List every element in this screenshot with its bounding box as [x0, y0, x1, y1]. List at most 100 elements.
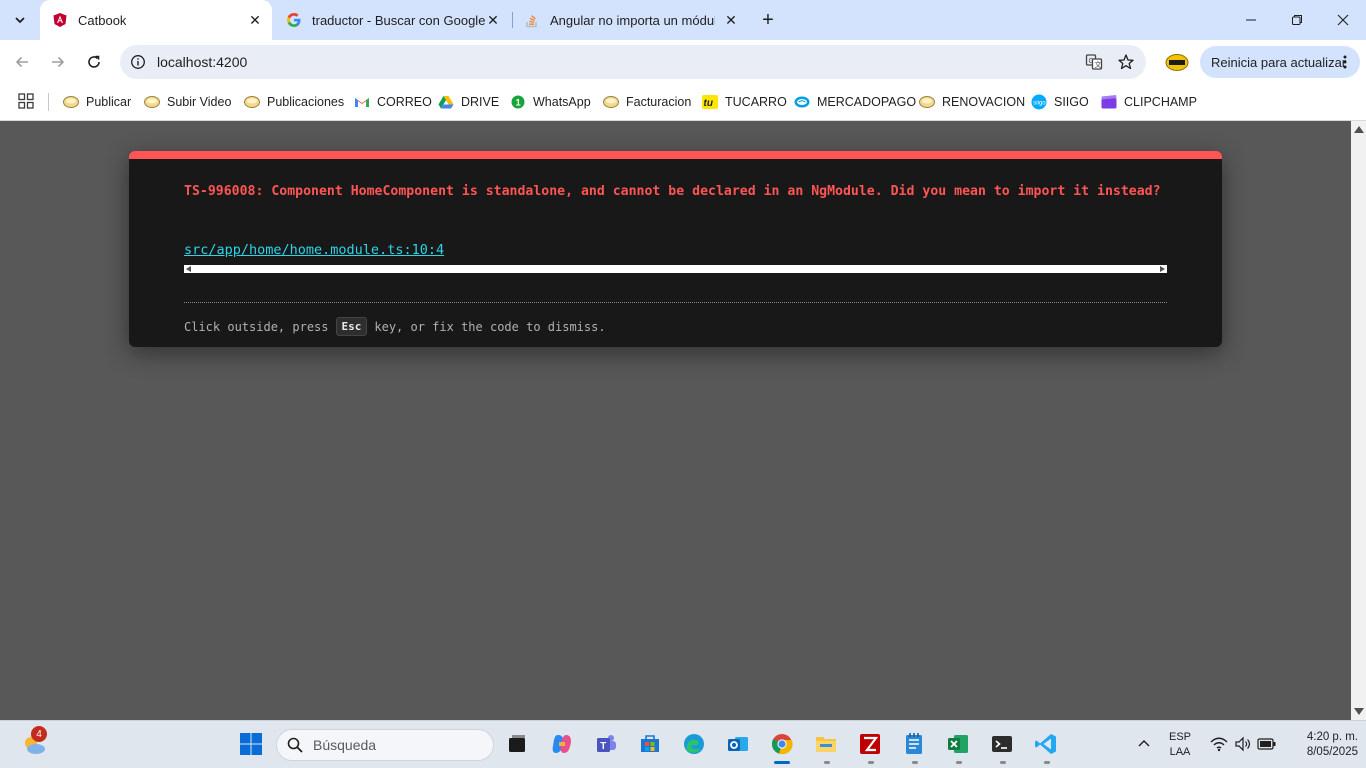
- clock-date: 8/05/2025: [1306, 746, 1358, 758]
- bookmark-drive[interactable]: DRIVE: [438, 91, 499, 113]
- running-indicator: [1000, 761, 1006, 764]
- bookmark-star-icon[interactable]: [1117, 53, 1135, 71]
- translate-icon[interactable]: G文: [1085, 53, 1103, 71]
- reload-icon[interactable]: [78, 46, 110, 78]
- outlook-icon[interactable]: [724, 730, 752, 758]
- bookmark-label: Subir Video: [167, 95, 232, 109]
- svg-text:文: 文: [1095, 60, 1102, 69]
- bookmark-whatsapp[interactable]: 1 WhatsApp: [510, 91, 591, 113]
- vscode-icon[interactable]: [1032, 730, 1060, 758]
- site-info-icon[interactable]: [130, 54, 146, 70]
- scroll-down-arrow-icon[interactable]: [1354, 708, 1364, 715]
- bookmark-publicaciones[interactable]: Publicaciones: [244, 91, 344, 113]
- minimize-icon[interactable]: [1228, 0, 1274, 40]
- task-view-icon[interactable]: [503, 730, 531, 758]
- drive-icon: [438, 94, 454, 110]
- teams-icon[interactable]: T: [592, 730, 620, 758]
- code-frame-scrollbar[interactable]: [184, 265, 1167, 273]
- bookmark-folder-icon: [244, 94, 260, 110]
- chevron-down-icon: [15, 17, 25, 24]
- bookmark-facturacion[interactable]: Facturacion: [603, 91, 691, 113]
- system-clock[interactable]: 4:20 p. m. 8/05/2025: [1282, 730, 1358, 760]
- bookmark-mercadopago[interactable]: MERCADOPAGO: [794, 91, 916, 113]
- browser-toolbar: localhost:4200 G文 Reinicia para actualiz…: [0, 40, 1366, 85]
- language-code: ESP: [1168, 731, 1191, 743]
- bookmark-folder-icon: [603, 94, 619, 110]
- tucarro-icon: tu: [702, 94, 718, 110]
- forward-arrow-icon[interactable]: [42, 46, 74, 78]
- svg-text:T: T: [600, 741, 606, 752]
- apps-grid-icon[interactable]: [18, 93, 34, 109]
- scroll-left-arrow-icon[interactable]: [186, 266, 191, 272]
- error-file-link[interactable]: src/app/home/home.module.ts:10:4: [184, 242, 444, 258]
- notepad-icon[interactable]: [900, 730, 928, 758]
- google-icon: [286, 12, 302, 28]
- excel-icon[interactable]: [944, 730, 972, 758]
- more-vertical-icon[interactable]: [1336, 53, 1354, 71]
- angular-icon: [52, 12, 68, 28]
- tip-text-before: Click outside, press: [184, 319, 329, 334]
- chevron-up-icon[interactable]: [1130, 730, 1158, 758]
- svg-text:tu: tu: [704, 98, 713, 109]
- svg-text:1: 1: [516, 98, 521, 108]
- bookmark-subir-video[interactable]: Subir Video: [144, 91, 231, 113]
- file-explorer-icon[interactable]: [812, 730, 840, 758]
- bookmark-label: DRIVE: [461, 95, 500, 109]
- scroll-right-arrow-icon[interactable]: [1160, 266, 1165, 272]
- weather-widget[interactable]: 4: [20, 726, 48, 758]
- siigo-icon: siigo: [1031, 94, 1047, 110]
- gmail-icon: [354, 94, 370, 110]
- bookmark-renovacion[interactable]: RENOVACION: [919, 91, 1025, 113]
- page-viewport[interactable]: TS-996008: Component HomeComponent is st…: [0, 121, 1366, 720]
- running-indicator: [824, 761, 830, 764]
- close-window-icon[interactable]: [1320, 0, 1366, 40]
- bookmark-label: RENOVACION: [942, 95, 1026, 109]
- tip-text-after: key, or fix the code to dismiss.: [374, 319, 606, 334]
- restore-icon[interactable]: [1274, 0, 1320, 40]
- active-app-indicator: [774, 761, 790, 764]
- bookmark-label: TUCARRO: [725, 95, 787, 109]
- bookmark-label: CORREO: [377, 95, 432, 109]
- tab-catbook[interactable]: Catbook ✕: [40, 0, 272, 40]
- bookmark-folder-icon: [63, 94, 79, 110]
- microsoft-store-icon[interactable]: [636, 730, 664, 758]
- filezilla-icon[interactable]: [856, 730, 884, 758]
- back-arrow-icon[interactable]: [6, 46, 38, 78]
- scroll-up-arrow-icon[interactable]: [1354, 126, 1364, 133]
- copilot-icon[interactable]: [548, 730, 576, 758]
- tab-title: Angular no importa un módulo: [550, 12, 715, 28]
- edge-icon[interactable]: [680, 730, 708, 758]
- esc-key-badge: Esc: [335, 317, 368, 336]
- address-bar[interactable]: localhost:4200 G文: [120, 45, 1146, 79]
- running-indicator: [956, 761, 962, 764]
- bookmarks-separator: [48, 93, 49, 111]
- close-tab-icon[interactable]: ✕: [246, 11, 264, 29]
- taskbar-search[interactable]: Búsqueda: [276, 729, 494, 761]
- vite-error-overlay: TS-996008: Component HomeComponent is st…: [129, 151, 1222, 347]
- windows-start-icon[interactable]: [237, 730, 265, 758]
- tab-google-search[interactable]: traductor - Buscar con Google ✕: [274, 0, 510, 40]
- page-scrollbar[interactable]: [1351, 121, 1366, 720]
- bookmark-tucarro[interactable]: tu TUCARRO: [702, 91, 787, 113]
- restart-to-update-button[interactable]: Reinicia para actualizar: [1200, 46, 1360, 78]
- terminal-icon[interactable]: [988, 730, 1016, 758]
- bookmarks-bar: Publicar Subir Video Publicaciones CORRE…: [0, 85, 1366, 121]
- bookmark-clipchamp[interactable]: CLIPCHAMP: [1101, 91, 1197, 113]
- close-tab-icon[interactable]: ✕: [722, 11, 740, 29]
- bookmark-label: Publicar: [86, 95, 132, 109]
- bookmark-siigo[interactable]: siigo SIIGO: [1031, 91, 1089, 113]
- tab-stackoverflow[interactable]: Angular no importa un módulo ✕: [512, 0, 748, 40]
- close-tab-icon[interactable]: ✕: [484, 11, 502, 29]
- profile-avatar[interactable]: [1165, 53, 1189, 72]
- bookmark-label: SIIGO: [1054, 95, 1089, 109]
- language-indicator[interactable]: ESP LAA: [1166, 730, 1194, 760]
- url-text[interactable]: localhost:4200: [157, 54, 247, 70]
- bookmark-folder-icon: [919, 94, 935, 110]
- clock-time: 4:20 p. m.: [1306, 731, 1358, 743]
- bookmark-publicar[interactable]: Publicar: [63, 91, 131, 113]
- new-tab-plus-icon[interactable]: +: [756, 8, 780, 32]
- tab-search-button[interactable]: [7, 7, 33, 33]
- battery-icon[interactable]: [1253, 730, 1281, 758]
- chrome-icon[interactable]: [768, 730, 796, 758]
- bookmark-correo[interactable]: CORREO: [354, 91, 432, 113]
